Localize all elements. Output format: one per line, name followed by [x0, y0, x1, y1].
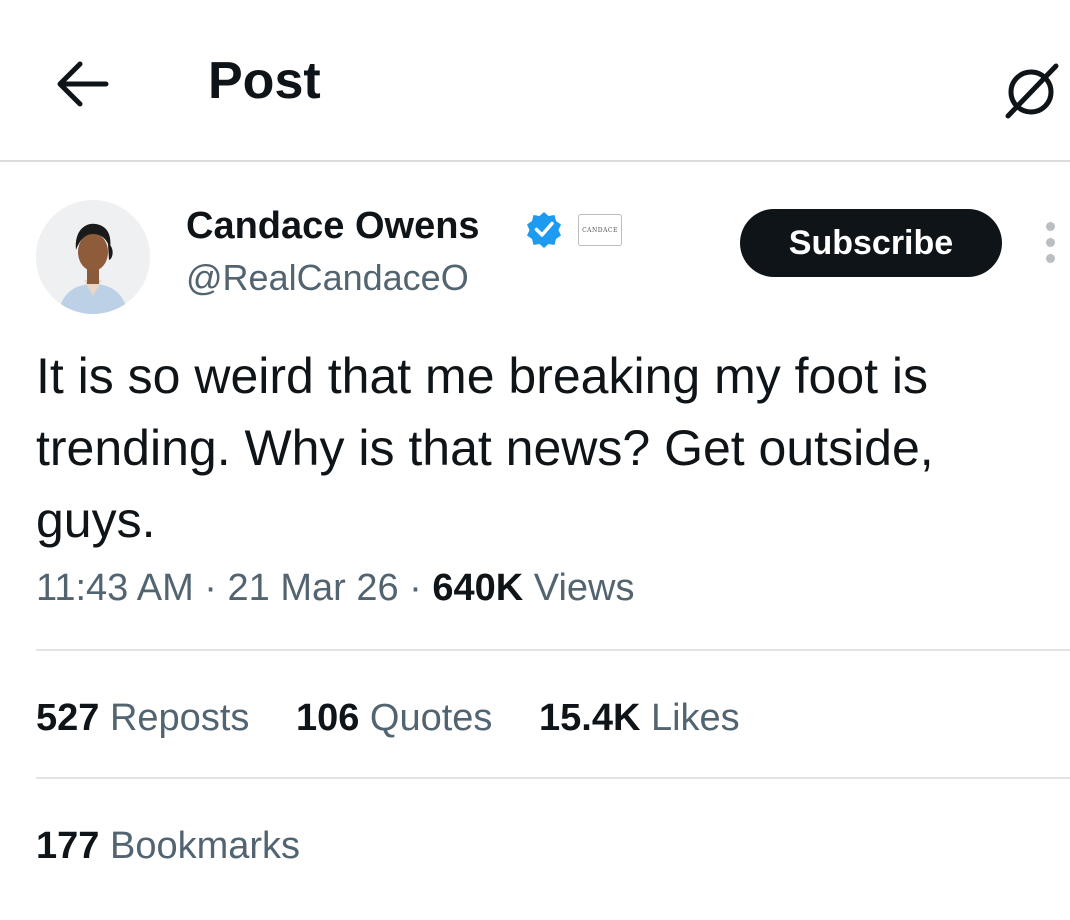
- views-count: 640K: [432, 567, 524, 609]
- likes-stat[interactable]: 15.4K Likes: [539, 697, 740, 739]
- subscribe-button[interactable]: Subscribe: [740, 209, 1002, 277]
- post-text: It is so weird that me breaking my foot …: [36, 348, 934, 548]
- author-handle[interactable]: @RealCandaceO: [186, 256, 469, 299]
- author-name[interactable]: Candace Owens: [186, 204, 480, 250]
- avatar[interactable]: [36, 200, 150, 314]
- views-label: Views: [533, 567, 635, 609]
- bookmarks-label: Bookmarks: [109, 825, 301, 867]
- more-options-button[interactable]: [1040, 222, 1060, 266]
- back-button[interactable]: [52, 56, 112, 112]
- more-vertical-icon: [1040, 222, 1060, 263]
- meta-divider: [36, 649, 1070, 651]
- reposts-count: 527: [36, 697, 100, 739]
- arrow-left-icon: [57, 61, 109, 107]
- grok-icon: [1005, 63, 1059, 119]
- affiliate-badge[interactable]: CANDACE: [578, 214, 622, 246]
- grok-button[interactable]: [1002, 62, 1060, 120]
- avatar-image: [36, 200, 150, 314]
- verified-badge-icon: [525, 210, 563, 248]
- bookmarks-count: 177: [36, 825, 100, 867]
- bookmarks-stat[interactable]: 177 Bookmarks: [36, 824, 300, 870]
- likes-label: Likes: [650, 697, 740, 739]
- reposts-stat[interactable]: 527 Reposts: [36, 697, 260, 739]
- quotes-stat[interactable]: 106 Quotes: [296, 697, 503, 739]
- reposts-label: Reposts: [109, 697, 250, 739]
- stats-divider: [36, 777, 1070, 779]
- meta-separator: ·: [204, 567, 228, 609]
- engagement-stats: 527 Reposts 106 Quotes 15.4K Likes: [36, 696, 776, 742]
- page-title: Post: [208, 52, 321, 110]
- likes-count: 15.4K: [539, 697, 641, 739]
- quotes-label: Quotes: [369, 697, 493, 739]
- post-time[interactable]: 11:43 AM: [36, 567, 194, 609]
- meta-separator: ·: [409, 567, 433, 609]
- post-date[interactable]: 21 Mar 26: [228, 567, 399, 609]
- header-divider: [0, 160, 1070, 162]
- post-meta: 11:43 AM · 21 Mar 26 · 640K Views: [36, 566, 634, 612]
- quotes-count: 106: [295, 697, 360, 739]
- affiliate-badge-logo: CANDACE: [582, 226, 618, 234]
